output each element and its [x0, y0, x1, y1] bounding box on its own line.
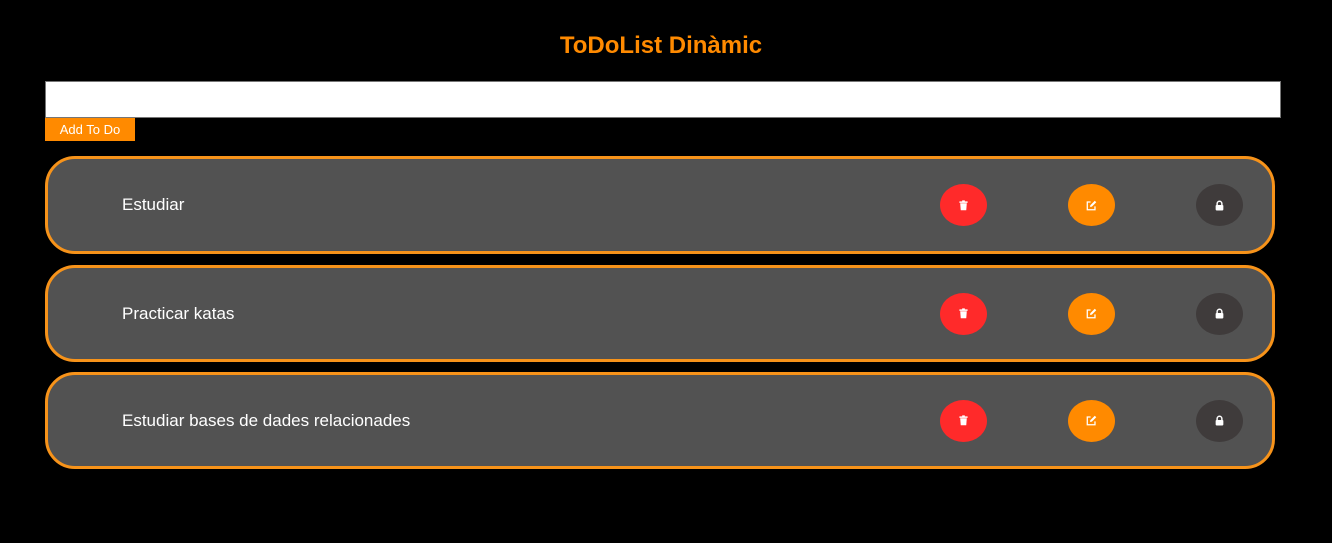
edit-button[interactable] — [1068, 399, 1115, 442]
lock-icon — [1214, 200, 1225, 211]
todo-item: Practicar katas — [45, 265, 1275, 362]
edit-icon — [1086, 308, 1097, 319]
todo-text: Practicar katas — [122, 303, 235, 323]
todo-item: Estudiar — [45, 156, 1275, 254]
lock-icon — [1214, 415, 1225, 426]
todo-text: Estudiar bases de dades relacionades — [122, 410, 411, 430]
delete-button[interactable] — [940, 292, 987, 335]
todo-list: Estudiar Practicar katas Estudiar bases … — [45, 156, 1275, 479]
delete-button[interactable] — [940, 399, 987, 442]
delete-button[interactable] — [940, 184, 987, 226]
lock-button[interactable] — [1196, 184, 1243, 226]
trash-icon — [958, 415, 969, 426]
page-title: ToDoList Dinàmic — [559, 32, 763, 59]
lock-button[interactable] — [1196, 399, 1243, 442]
edit-icon — [1086, 200, 1097, 211]
todo-item: Estudiar bases de dades relacionades — [45, 372, 1275, 469]
todo-text: Estudiar — [122, 195, 185, 214]
edit-button[interactable] — [1068, 184, 1115, 226]
trash-icon — [958, 308, 969, 319]
todo-input[interactable] — [45, 81, 1281, 118]
edit-icon — [1086, 415, 1097, 426]
lock-button[interactable] — [1196, 292, 1243, 335]
lock-icon — [1214, 308, 1225, 319]
trash-icon — [958, 199, 969, 211]
add-todo-button[interactable]: Add To Do — [45, 118, 135, 141]
edit-button[interactable] — [1068, 292, 1115, 335]
